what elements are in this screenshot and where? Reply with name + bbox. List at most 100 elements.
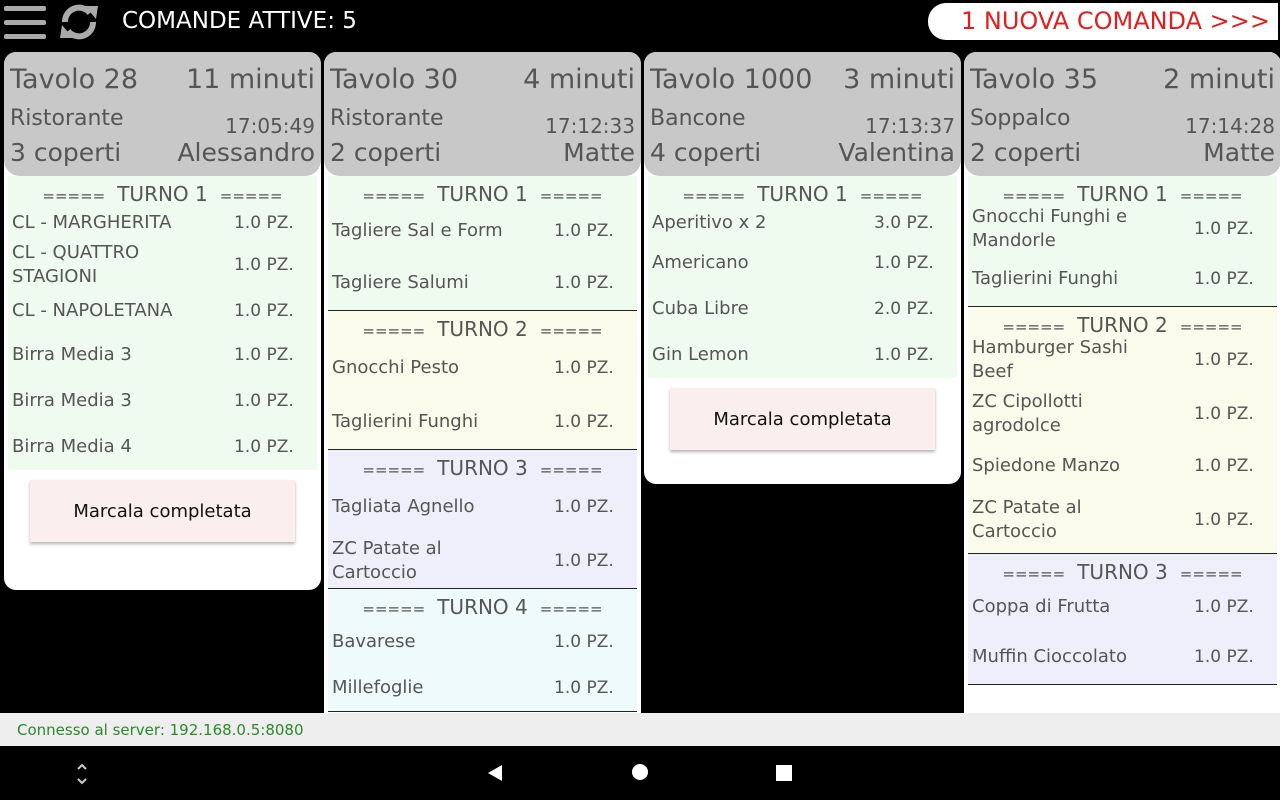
covers-count: 2 coperti [970, 138, 1082, 167]
home-circle-icon[interactable] [632, 764, 648, 780]
item-quantity: 1.0 PZ. [234, 255, 294, 275]
hamburger-menu-icon[interactable] [4, 6, 46, 40]
turn-marker: ===== [42, 187, 106, 205]
connection-status: Connesso al server: 192.168.0.5:8080 [17, 721, 304, 739]
turn-marker: ===== [1002, 565, 1066, 583]
area-name: Bancone [650, 106, 746, 131]
item-quantity: 1.0 PZ. [234, 391, 294, 411]
turn-section: ===== TURNO 3 ===== Tagliata Agnello 1.0 PZ.… [328, 450, 637, 589]
mark-complete-button[interactable]: Marcala completata [30, 480, 295, 542]
order-time: 17:14:28 [1185, 114, 1275, 138]
turn-marker: ===== [362, 461, 426, 479]
status-bar: Connesso al server: 192.168.0.5:8080 [0, 713, 1280, 746]
order-item-row[interactable]: Gnocchi Pesto 1.0 PZ. [328, 341, 637, 395]
order-card-header: Tavolo 28 11 minuti Ristorante 17:05:49 3 co… [4, 52, 321, 176]
order-item-row[interactable]: Aperitivo x 2 3.0 PZ. [648, 206, 957, 240]
item-quantity: 1.0 PZ. [1194, 456, 1254, 476]
recent-square-icon[interactable] [776, 765, 792, 781]
turn-marker: ===== [539, 461, 603, 479]
order-item-row[interactable]: Taglierini Funghi 1.0 PZ. [328, 395, 637, 449]
order-item-row[interactable]: CL - MARGHERITA 1.0 PZ. [8, 206, 317, 240]
item-name: Gnocchi Pesto [332, 357, 460, 378]
item-quantity: 1.0 PZ. [554, 632, 614, 652]
turn-marker: ===== [362, 600, 426, 618]
area-name: Ristorante [10, 106, 124, 131]
order-item-row[interactable]: Birra Media 3 1.0 PZ. [8, 332, 317, 378]
item-quantity: 1.0 PZ. [554, 678, 614, 698]
turn-title: ===== TURNO 1 ===== [328, 176, 637, 206]
turn-label: TURNO 1 [1077, 182, 1168, 206]
turn-section: ===== TURNO 2 ===== Gnocchi Pesto 1.0 PZ. Tag… [328, 311, 637, 450]
order-item-row[interactable]: ZC Patate al Cartoccio 1.0 PZ. [968, 487, 1277, 553]
item-name: Birra Media 3 [12, 390, 132, 411]
back-triangle-icon[interactable] [486, 764, 504, 782]
turn-label: TURNO 2 [437, 317, 528, 341]
item-quantity: 1.0 PZ. [1194, 404, 1254, 424]
turn-marker: ===== [539, 322, 603, 340]
turn-title: ===== TURNO 1 ===== [648, 176, 957, 206]
order-item-row[interactable]: Taglierini Funghi 1.0 PZ. [968, 252, 1277, 306]
order-item-row[interactable]: Tagliere Salumi 1.0 PZ. [328, 256, 637, 310]
item-name: Taglierini Funghi [972, 268, 1119, 289]
order-item-row[interactable]: Gnocchi Funghi e Mandorle 1.0 PZ. [968, 206, 1277, 252]
turn-title: ===== TURNO 1 ===== [968, 176, 1277, 206]
item-name: Tagliata Agnello [332, 496, 475, 517]
turn-marker: ===== [362, 322, 426, 340]
item-name: Coppa di Frutta [972, 596, 1111, 617]
order-card: Tavolo 35 2 minuti Soppalco 17:14:28 2 coper… [964, 52, 1280, 725]
order-item-row[interactable]: Coppa di Frutta 1.0 PZ. [968, 584, 1277, 630]
order-time: 17:12:33 [545, 114, 635, 138]
item-name: Birra Media 4 [12, 436, 132, 457]
order-item-row[interactable]: Tagliere Sal e Form 1.0 PZ. [328, 206, 637, 256]
turn-section: ===== TURNO 4 ===== Bavarese 1.0 PZ. Millefog… [328, 589, 637, 712]
order-card: Tavolo 28 11 minuti Ristorante 17:05:49 3 co… [4, 52, 321, 590]
order-item-row[interactable]: Birra Media 3 1.0 PZ. [8, 378, 317, 424]
area-name: Soppalco [970, 106, 1071, 131]
item-quantity: 1.0 PZ. [874, 345, 934, 365]
turn-marker: ===== [219, 187, 283, 205]
item-name: Taglierini Funghi [332, 411, 479, 432]
turn-label: TURNO 1 [117, 182, 208, 206]
new-order-button[interactable]: 1 NUOVA COMANDA >>> [928, 3, 1278, 40]
order-item-row[interactable]: Tagliata Agnello 1.0 PZ. [328, 480, 637, 534]
order-card: Tavolo 1000 3 minuti Bancone 17:13:37 4 cope… [644, 52, 961, 484]
item-name: CL - MARGHERITA [12, 212, 172, 233]
item-quantity: 1.0 PZ. [1194, 597, 1254, 617]
order-item-row[interactable]: Millefoglie 1.0 PZ. [328, 665, 637, 711]
order-card-header: Tavolo 30 4 minuti Ristorante 17:12:33 2 cop… [324, 52, 641, 176]
order-card-header: Tavolo 35 2 minuti Soppalco 17:14:28 2 coper… [964, 52, 1280, 176]
item-quantity: 1.0 PZ. [1194, 269, 1254, 289]
rotate-updown-icon[interactable] [74, 762, 90, 786]
order-item-row[interactable]: ZC Patate al Cartoccio 1.0 PZ. [328, 534, 637, 588]
order-item-row[interactable]: ZC Cipollotti agrodolce 1.0 PZ. [968, 383, 1277, 445]
order-item-row[interactable]: Muffin Cioccolato 1.0 PZ. [968, 630, 1277, 684]
item-quantity: 1.0 PZ. [1194, 219, 1254, 239]
mark-complete-button[interactable]: Marcala completata [670, 388, 935, 450]
order-item-row[interactable]: Spiedone Manzo 1.0 PZ. [968, 445, 1277, 487]
refresh-icon[interactable] [58, 2, 100, 42]
item-quantity: 3.0 PZ. [874, 213, 934, 233]
order-time: 17:13:37 [865, 114, 955, 138]
order-item-row[interactable]: Bavarese 1.0 PZ. [328, 619, 637, 665]
item-name: Birra Media 3 [12, 344, 132, 365]
order-item-row[interactable]: Gin Lemon 1.0 PZ. [648, 332, 957, 378]
turn-title: ===== TURNO 1 ===== [8, 176, 317, 206]
order-item-row[interactable]: Cuba Libre 2.0 PZ. [648, 286, 957, 332]
item-quantity: 1.0 PZ. [554, 358, 614, 378]
turn-label: TURNO 3 [1077, 560, 1168, 584]
order-item-row[interactable]: Hamburger Sashi Beef 1.0 PZ. [968, 337, 1277, 383]
order-item-row[interactable]: Birra Media 4 1.0 PZ. [8, 424, 317, 470]
order-item-row[interactable]: CL - QUATTRO STAGIONI 1.0 PZ. [8, 240, 317, 290]
turn-section: ===== TURNO 1 ===== Aperitivo x 2 3.0 PZ. Ame… [648, 176, 957, 378]
table-name: Tavolo 1000 [650, 64, 813, 95]
order-item-row[interactable]: Americano 1.0 PZ. [648, 240, 957, 286]
item-quantity: 1.0 PZ. [554, 497, 614, 517]
turn-marker: ===== [1179, 318, 1243, 336]
table-name: Tavolo 28 [10, 64, 139, 95]
item-name: ZC Cipollotti agrodolce [972, 391, 1083, 436]
android-nav-bar [0, 746, 1280, 800]
item-quantity: 1.0 PZ. [234, 301, 294, 321]
order-item-row[interactable]: CL - NAPOLETANA 1.0 PZ. [8, 290, 317, 332]
item-name: CL - NAPOLETANA [12, 300, 173, 321]
turn-title: ===== TURNO 3 ===== [328, 450, 637, 480]
